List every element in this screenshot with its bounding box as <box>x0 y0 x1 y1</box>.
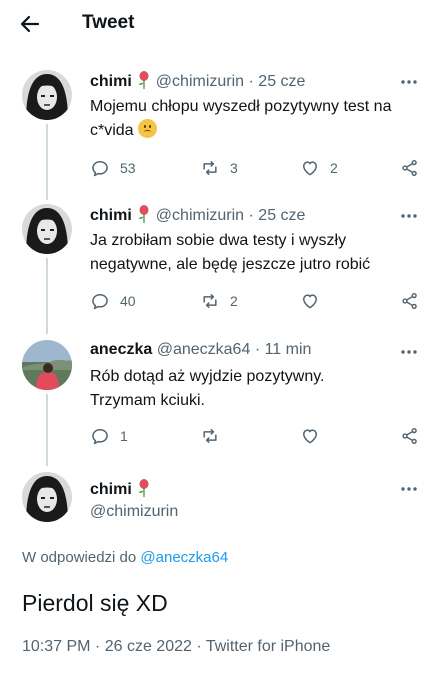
thread-line <box>46 394 48 466</box>
display-name[interactable]: chimi <box>90 207 132 224</box>
retweet-icon <box>203 294 217 308</box>
retweet-count: 2 <box>230 293 238 309</box>
tweet-text: Ja zrobiłam sobie dwa testy i wyszły neg… <box>90 229 420 277</box>
reply-icon <box>92 294 108 310</box>
retweet-icon <box>203 161 217 175</box>
like-button[interactable] <box>300 290 320 312</box>
tweet-actions: 1 <box>90 425 420 449</box>
heart-icon <box>303 294 317 309</box>
display-name[interactable]: chimi <box>90 73 132 90</box>
username[interactable]: @chimizurin <box>90 503 178 520</box>
username[interactable]: @chimizurin <box>156 207 244 224</box>
timestamp[interactable]: · 25 cze <box>249 207 306 224</box>
tweet-meta: 10:37 PM · 26 cze 2022 · Twitter for iPh… <box>22 638 331 655</box>
share-button[interactable] <box>400 157 420 179</box>
display-name[interactable]: aneczka <box>90 341 152 358</box>
tweet-text: Pierdol się XD <box>22 590 168 616</box>
share-icon <box>402 427 417 445</box>
username[interactable]: @chimizurin <box>156 73 244 90</box>
avatar[interactable] <box>22 340 72 390</box>
tweet-username-row: @chimizurin <box>90 503 178 521</box>
back-arrow-icon[interactable] <box>18 12 42 36</box>
thread-line <box>46 258 48 334</box>
share-button[interactable] <box>400 290 420 312</box>
more-options-icon[interactable] <box>399 479 419 499</box>
like-count: 2 <box>330 160 338 176</box>
more-options-icon[interactable] <box>399 72 419 92</box>
reply-count: 53 <box>120 160 136 176</box>
avatar[interactable] <box>22 70 72 120</box>
reply-context: W odpowiedzi do @aneczka64 <box>22 549 228 566</box>
timestamp[interactable]: · 25 cze <box>249 73 306 90</box>
retweet-button[interactable]: 2 <box>200 290 238 312</box>
like-button[interactable] <box>300 425 320 447</box>
display-name[interactable]: chimi <box>90 481 132 498</box>
page-title: Tweet <box>82 12 135 33</box>
tweet-actions: 40 2 <box>90 290 420 314</box>
slightly-frowning-face-icon <box>137 119 157 138</box>
reply-icon <box>92 429 108 445</box>
retweet-button[interactable]: 3 <box>200 157 238 179</box>
avatar[interactable] <box>22 472 72 522</box>
username[interactable]: @aneczka64 <box>157 341 251 358</box>
tweet-actions: 53 3 2 <box>90 157 420 181</box>
top-bar: Tweet <box>0 0 441 48</box>
share-icon <box>402 159 417 177</box>
heart-icon <box>303 429 317 444</box>
reply-button[interactable]: 53 <box>90 157 136 179</box>
tweet-text-line: Ja zrobiłam sobie dwa testy i wyszły <box>90 232 347 249</box>
rose-emoji-icon <box>138 479 150 497</box>
rose-emoji-icon <box>138 205 150 223</box>
tweet-text-line: negatywne, ale będę jeszcze jutro robić <box>90 256 371 273</box>
retweet-count: 3 <box>230 160 238 176</box>
tweet-text-line: Rób dotąd aż wyjdzie pozytywny. <box>90 368 325 385</box>
reply-to-link[interactable]: @aneczka64 <box>140 549 228 566</box>
reply-count: 40 <box>120 293 136 309</box>
share-button[interactable] <box>400 425 420 447</box>
like-button[interactable]: 2 <box>300 157 338 179</box>
more-options-icon[interactable] <box>399 342 419 362</box>
tweet-text: Rób dotąd aż wyjdzie pozytywny. Trzymam … <box>90 365 420 413</box>
thread-line <box>46 124 48 200</box>
tweet-header: aneczka @aneczka64 · 11 min <box>90 341 311 359</box>
tweet-text: Mojemu chłopu wyszedł pozytywny test na … <box>90 95 420 143</box>
tweet-text-fragment: c*vida <box>90 122 134 139</box>
tweet-text-line: Mojemu chłopu wyszedł pozytywny test na <box>90 98 392 115</box>
tweet-header: chimi @chimizurin · 25 cze <box>90 205 305 225</box>
tweet-text-line: Trzymam kciuki. <box>90 392 205 409</box>
timestamp[interactable]: · 11 min <box>255 341 312 358</box>
share-icon <box>402 292 417 310</box>
retweet-button[interactable] <box>200 425 220 447</box>
more-options-icon[interactable] <box>399 206 419 226</box>
reply-button[interactable]: 1 <box>90 425 128 447</box>
reply-button[interactable]: 40 <box>90 290 136 312</box>
tweet-header: chimi <box>90 479 156 499</box>
reply-count: 1 <box>120 428 128 444</box>
reply-icon <box>92 161 108 177</box>
tweet-header: chimi @chimizurin · 25 cze <box>90 71 305 91</box>
reply-prefix: W odpowiedzi do <box>22 549 137 566</box>
heart-icon <box>303 161 317 176</box>
tweet-text-line: c*vida <box>90 119 420 143</box>
retweet-icon <box>203 429 217 443</box>
avatar[interactable] <box>22 204 72 254</box>
rose-emoji-icon <box>138 71 150 89</box>
